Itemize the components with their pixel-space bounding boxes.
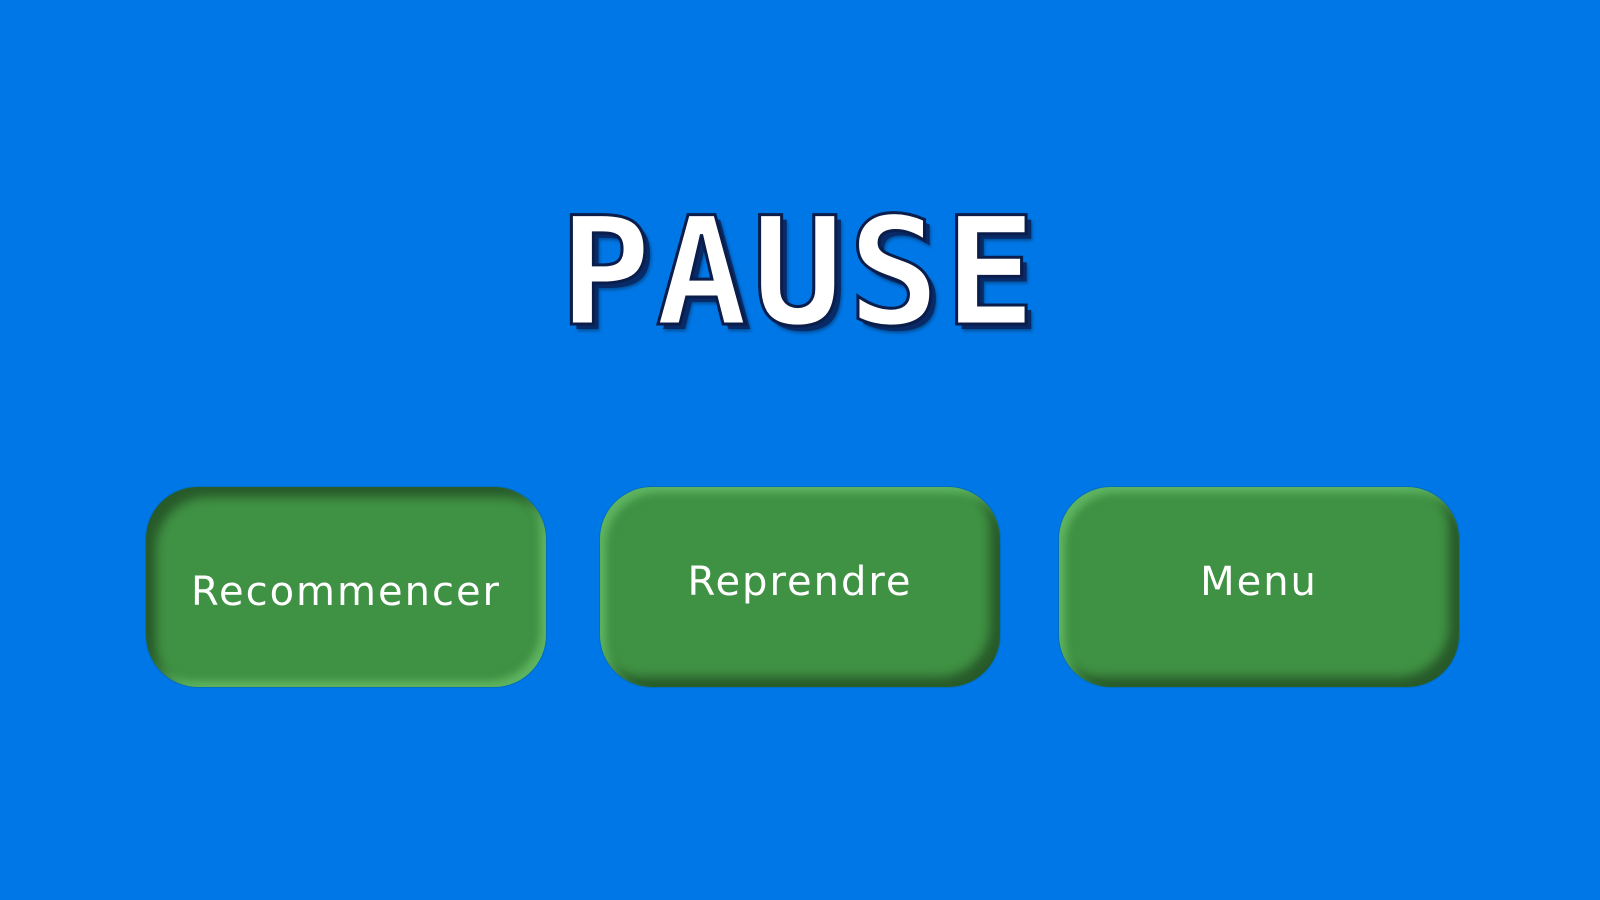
restart-button[interactable]: Recommencer xyxy=(146,487,546,687)
pause-title: PAUSE xyxy=(558,186,1041,360)
resume-button[interactable]: Reprendre xyxy=(600,487,1000,687)
menu-button[interactable]: Menu xyxy=(1059,487,1459,687)
pause-screen: PAUSE Recommencer Reprendre Menu xyxy=(0,0,1600,900)
resume-button-label: Reprendre xyxy=(687,559,913,605)
menu-button-label: Menu xyxy=(1200,559,1318,605)
title-container: PAUSE xyxy=(0,186,1600,360)
restart-button-label: Recommencer xyxy=(190,569,501,615)
